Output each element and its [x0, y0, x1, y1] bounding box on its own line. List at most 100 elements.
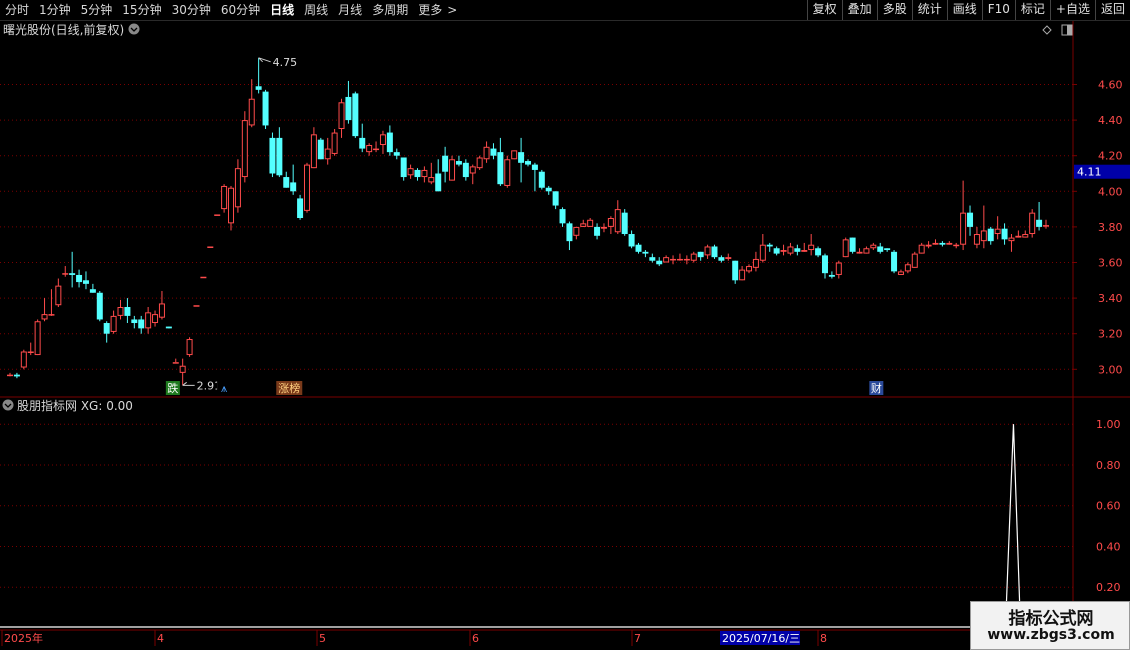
candle-body [7, 374, 13, 377]
candle-body [552, 191, 559, 206]
candle-body [628, 234, 635, 247]
candle [891, 250, 898, 274]
candle-body [518, 152, 525, 163]
candle [352, 91, 359, 138]
event-marker[interactable]: ⩚ [217, 381, 232, 395]
candle-body [407, 168, 414, 176]
price-tick-label: 3.40 [1098, 292, 1123, 305]
candle-body [932, 242, 939, 245]
candle-body [455, 161, 462, 165]
candle-body [366, 145, 373, 153]
candle [200, 276, 207, 279]
candle-body [172, 362, 179, 364]
candle-body [960, 212, 967, 245]
candle-body [82, 280, 89, 284]
x-axis-label: 6 [472, 632, 479, 645]
indicator-tick-label: 1.00 [1096, 418, 1121, 431]
candle-body [124, 307, 131, 316]
candle-body [891, 251, 898, 272]
sub-panel-menu-icon[interactable] [2, 399, 14, 411]
candle-body [656, 260, 663, 265]
candle-body [884, 248, 891, 251]
candle-body [732, 260, 739, 281]
main-panel-menu-icon[interactable] [128, 23, 140, 35]
candle [262, 89, 269, 129]
candle-body [587, 219, 594, 227]
price-tick-label: 3.00 [1098, 363, 1123, 376]
candle-body [718, 257, 725, 261]
candle-body [642, 251, 649, 254]
sub-panel-title: 股朋指标网 XG: 0.00 [17, 398, 133, 413]
event-marker[interactable]: 财 [869, 381, 884, 395]
candle-body [386, 132, 393, 153]
candle [911, 251, 918, 268]
candle-body [290, 182, 297, 192]
candle-body [690, 253, 697, 261]
candle-body [856, 251, 863, 254]
stock-chart[interactable]: 曙光股份(日线,前复权) 股朋指标网 XG: 0.00 4.752.91跌 ⩚ 涨榜… [0, 0, 1130, 650]
candle-body [1001, 228, 1008, 240]
indicator-tick-label: 0.40 [1096, 540, 1121, 553]
candle-body [504, 159, 511, 186]
candle-body [283, 177, 290, 188]
candle-body [953, 244, 960, 247]
candle-body [525, 161, 531, 165]
candle-body [186, 339, 193, 356]
candle-body [863, 248, 870, 254]
candle-body [421, 169, 428, 178]
candle-body [897, 271, 904, 275]
candle-body [987, 228, 994, 242]
candle-body [849, 237, 856, 252]
candle-body [331, 132, 338, 154]
candle-body [48, 314, 55, 316]
candle-body [435, 173, 442, 192]
x-axis-label: 7 [634, 632, 641, 645]
candle-body [428, 177, 435, 183]
candle-body [345, 96, 352, 121]
candle-body [103, 323, 110, 334]
candle [207, 246, 214, 248]
candle-body [359, 137, 366, 149]
candle [449, 155, 456, 181]
candle-body [34, 321, 41, 356]
chart-background [0, 21, 1130, 650]
candle-body [483, 146, 490, 160]
candle-body [76, 274, 83, 283]
candle-body [221, 185, 228, 210]
price-tick-label: 4.60 [1098, 79, 1123, 92]
candle-body [297, 198, 304, 218]
x-axis-label: 2025年 [4, 631, 43, 645]
price-tick-label: 4.20 [1098, 150, 1123, 163]
candle-body [1022, 234, 1029, 238]
candle-body [165, 326, 172, 329]
event-marker-label: 财 [871, 381, 882, 395]
candle-body [310, 134, 317, 169]
candle-body [511, 150, 518, 160]
candle-body [179, 365, 186, 373]
candle-body [835, 262, 842, 275]
candle-body [918, 244, 925, 254]
candle-body [870, 244, 877, 249]
high-price-label: 4.75 [273, 56, 298, 69]
candle-body [303, 164, 310, 211]
watermark-title: 指标公式网 [1008, 609, 1094, 629]
candle-body [676, 258, 683, 261]
candle-body [262, 91, 269, 126]
event-marker[interactable]: 跌 [165, 381, 180, 395]
candle-body [559, 209, 566, 224]
candle [331, 129, 338, 156]
candle [96, 290, 103, 322]
candle-body [400, 157, 407, 178]
candle-body [55, 285, 62, 306]
candle [269, 132, 276, 178]
candle-body [469, 166, 476, 174]
candle-body [248, 98, 255, 126]
candle-body [801, 250, 808, 252]
candle-body [828, 274, 835, 277]
candle-body [214, 214, 221, 216]
candle-body [946, 242, 953, 245]
candle-body [780, 250, 787, 252]
event-marker[interactable]: 涨榜 [276, 381, 303, 395]
candle-body [670, 258, 677, 261]
candle-body [614, 209, 621, 233]
